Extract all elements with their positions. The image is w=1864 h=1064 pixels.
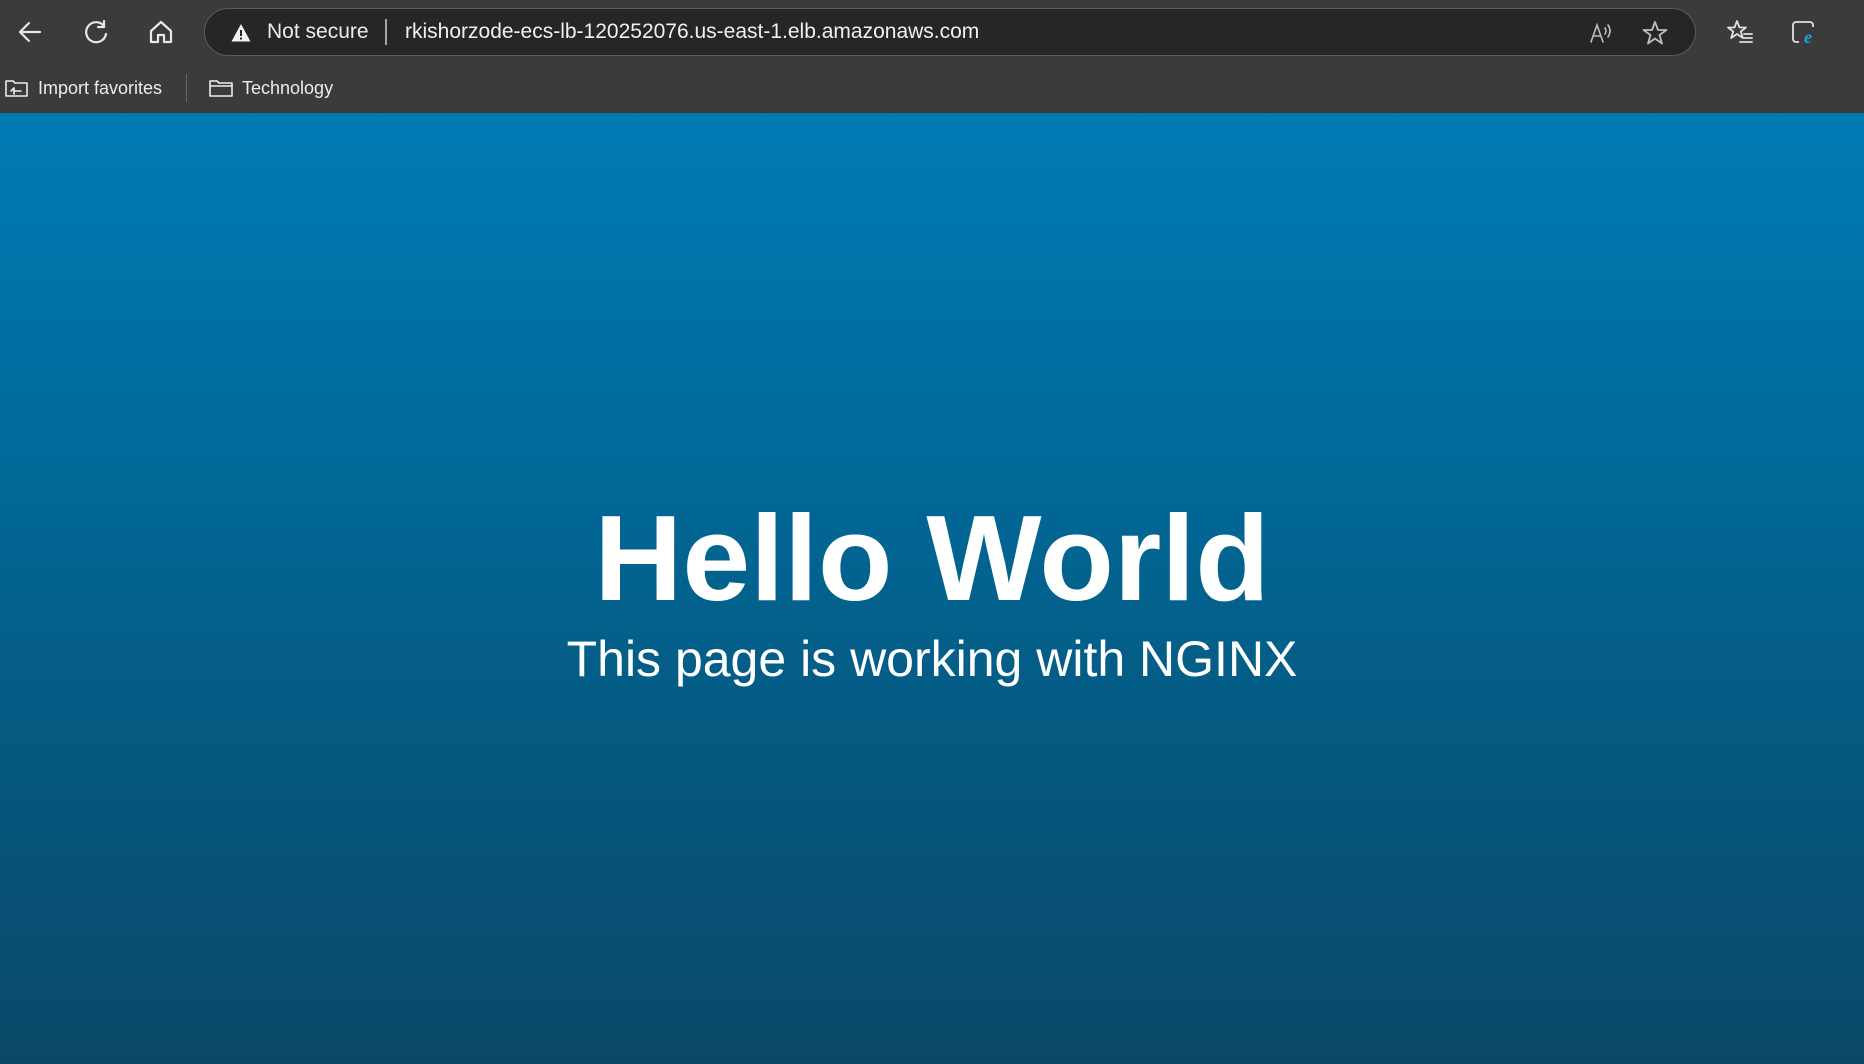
browser-toolbar: Not secure rkishorzode-ecs-lb-120252076.… (0, 0, 1864, 64)
back-button[interactable] (8, 10, 52, 54)
warning-icon[interactable] (231, 23, 251, 43)
home-button[interactable] (139, 10, 183, 54)
read-aloud-button[interactable] (1585, 17, 1617, 49)
folder-icon (209, 80, 233, 97)
favorites-button[interactable] (1720, 12, 1760, 52)
back-arrow-icon (18, 21, 42, 43)
page-subheading: This page is working with NGINX (566, 631, 1298, 687)
address-bar[interactable]: Not secure rkishorzode-ecs-lb-120252076.… (204, 8, 1696, 56)
add-favorite-button[interactable] (1639, 17, 1671, 49)
import-favorites-icon (5, 80, 28, 97)
bookmark-label: Technology (242, 77, 334, 98)
url-text[interactable]: rkishorzode-ecs-lb-120252076.us-east-1.e… (405, 20, 979, 44)
browser-chrome: Not secure rkishorzode-ecs-lb-120252076.… (0, 0, 1864, 113)
read-aloud-icon (1590, 22, 1611, 43)
bookmarks-bar: Import favorites Technology (0, 66, 1864, 110)
bookmark-label: Import favorites (38, 77, 163, 98)
internet-explorer-mode-icon: e (1792, 21, 1817, 46)
page-viewport: Hello World This page is working with NG… (0, 113, 1864, 1064)
favorites-list-icon (1727, 20, 1753, 43)
security-status-label[interactable]: Not secure (267, 20, 369, 44)
refresh-icon (85, 19, 108, 44)
refresh-button[interactable] (74, 10, 118, 54)
bookmarks-divider (186, 74, 187, 102)
address-separator (385, 19, 387, 45)
home-icon (149, 20, 173, 44)
favorite-star-icon (1642, 21, 1668, 45)
bookmark-import-favorites[interactable]: Import favorites (4, 72, 162, 104)
page-heading: Hello World (594, 490, 1270, 626)
bookmark-folder-technology[interactable]: Technology (208, 72, 333, 104)
ie-mode-button[interactable]: e (1784, 12, 1824, 52)
svg-text:e: e (1804, 27, 1812, 46)
